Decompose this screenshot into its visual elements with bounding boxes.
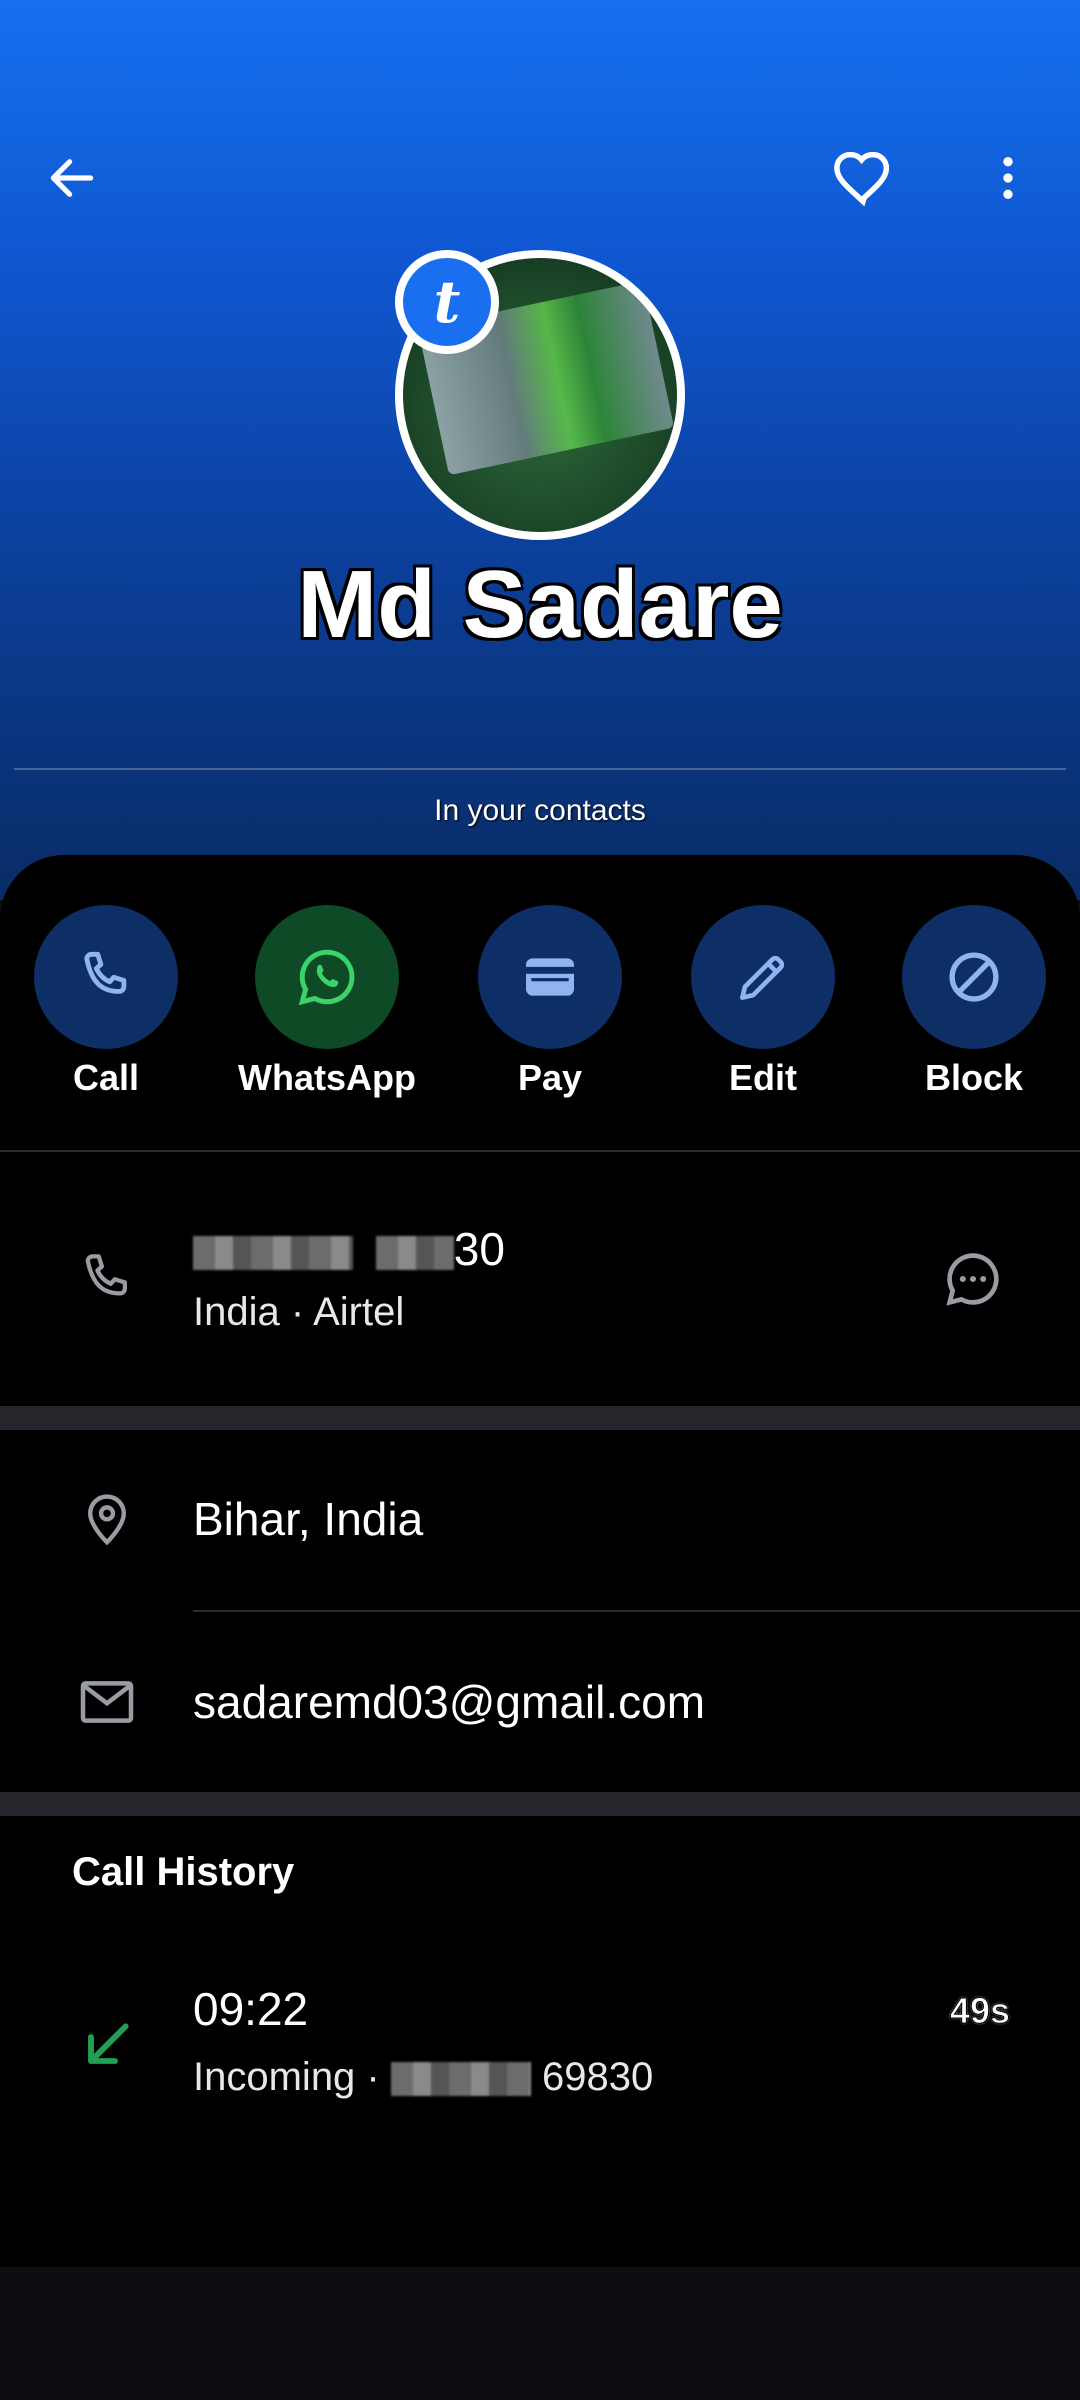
block-label: Block <box>924 1057 1024 1098</box>
mail-icon <box>80 1681 134 1723</box>
redacted-digits <box>193 1235 353 1270</box>
call-duration: 49s <box>949 1990 1010 2032</box>
location-pin-icon <box>88 1494 126 1546</box>
arrow-left-icon <box>50 159 94 197</box>
section-separator <box>0 1406 1080 1430</box>
more-options-button[interactable] <box>968 138 1048 218</box>
block-icon <box>949 952 999 1002</box>
actions-divider <box>0 1150 1080 1152</box>
favorite-button[interactable] <box>823 138 903 218</box>
location-divider <box>193 1610 1080 1612</box>
contact-name: Md Sadare <box>297 551 783 658</box>
phone-carrier: India · Airtel <box>193 1290 405 1334</box>
phone-number[interactable]: 30 <box>193 1222 505 1276</box>
pay-button[interactable] <box>478 905 622 1049</box>
edit-label: Edit <box>729 1057 797 1098</box>
whatsapp-action[interactable]: WhatsApp <box>237 905 417 1099</box>
phone-icon <box>84 951 127 994</box>
edit-action[interactable]: Edit <box>673 905 853 1099</box>
email-row-icon <box>72 1667 142 1737</box>
phone-row-icon <box>72 1244 142 1314</box>
wallet-icon <box>526 958 574 996</box>
message-icon <box>946 1253 999 1306</box>
location-text[interactable]: Bihar, India <box>193 1492 423 1546</box>
call-detail: Incoming · 69830 <box>193 2055 653 2100</box>
bottom-area <box>0 2267 1080 2400</box>
call-action[interactable]: Call <box>16 905 196 1099</box>
heart-icon <box>834 151 890 207</box>
whatsapp-button[interactable] <box>255 905 399 1049</box>
block-button[interactable] <box>902 905 1046 1049</box>
call-number-tail: 69830 <box>541 2055 654 2099</box>
pay-action[interactable]: Pay <box>460 905 640 1099</box>
avatar-container[interactable]: t <box>395 250 685 540</box>
pencil-icon <box>740 955 785 1000</box>
header-divider <box>14 768 1066 770</box>
email-text[interactable]: sadaremd03@gmail.com <box>193 1675 705 1729</box>
edit-button[interactable] <box>691 905 835 1049</box>
whatsapp-label: WhatsApp <box>238 1057 416 1098</box>
back-button[interactable] <box>32 138 112 218</box>
truecaller-badge: t <box>395 250 499 354</box>
block-action[interactable]: Block <box>884 905 1064 1099</box>
call-button[interactable] <box>34 905 178 1049</box>
redacted-digits <box>390 2062 531 2097</box>
call-type: Incoming · <box>193 2055 391 2099</box>
call-entry-icon <box>72 2010 142 2080</box>
message-button[interactable] <box>938 1244 1008 1314</box>
redacted-digits <box>375 1235 454 1270</box>
call-time[interactable]: 09:22 <box>193 1982 308 2036</box>
contacts-label: In your contacts <box>434 794 646 827</box>
badge-letter: t <box>433 268 461 336</box>
section-separator <box>0 1792 1080 1816</box>
pay-label: Pay <box>517 1057 583 1098</box>
incoming-call-arrow-icon <box>88 2023 129 2064</box>
call-label: Call <box>72 1057 140 1098</box>
phone-icon <box>85 1254 127 1296</box>
phone-number-tail: 30 <box>453 1223 505 1275</box>
action-bar: Call WhatsApp Pay Edit Block <box>0 905 1080 1105</box>
location-row-icon <box>72 1484 142 1554</box>
whatsapp-icon <box>298 949 355 1006</box>
more-vert-icon <box>1003 157 1013 199</box>
call-history-title: Call History <box>72 1850 295 1894</box>
